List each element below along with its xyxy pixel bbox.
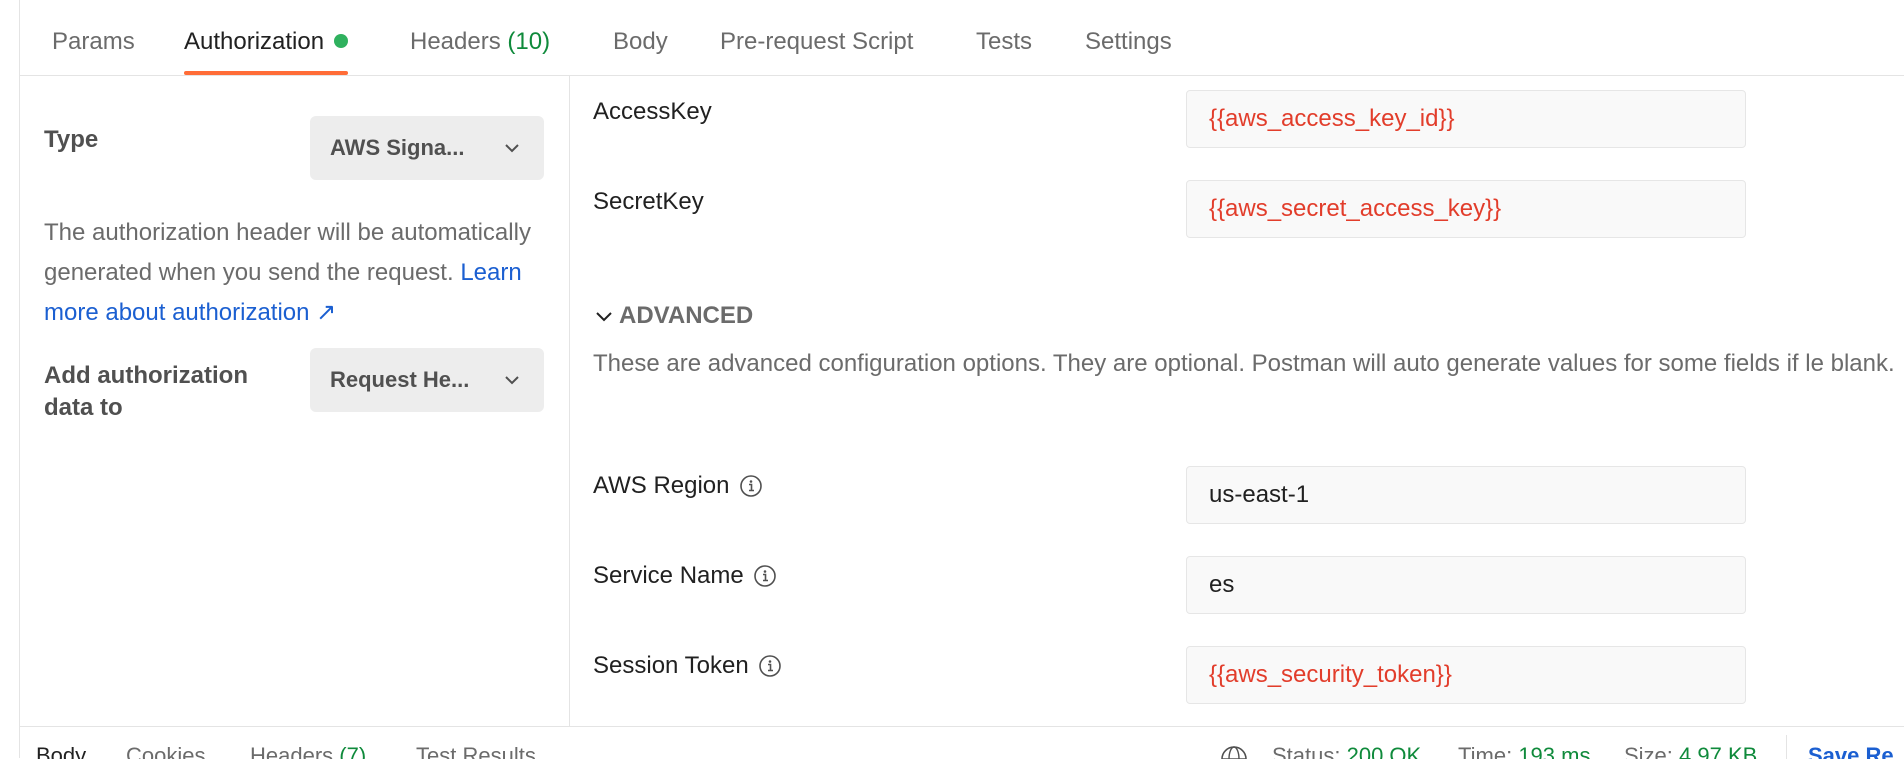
advanced-description: These are advanced configuration options… bbox=[593, 350, 1895, 377]
tab-body[interactable]: Body bbox=[613, 0, 668, 75]
auth-description: The authorization header will be automat… bbox=[44, 219, 531, 326]
tab-headers[interactable]: Headers (10) bbox=[410, 0, 550, 75]
chevron-down-icon bbox=[596, 312, 612, 322]
auth-fields-pane: AccessKey {{aws_access_key_id}} SecretKe… bbox=[570, 76, 1904, 726]
access-key-input[interactable]: {{aws_access_key_id}} bbox=[1186, 90, 1746, 148]
info-icon[interactable] bbox=[753, 564, 777, 588]
aws-region-label: AWS Region bbox=[593, 470, 763, 502]
save-response-button[interactable]: Save Re bbox=[1808, 743, 1894, 759]
tab-authorization[interactable]: Authorization bbox=[184, 0, 349, 75]
secret-key-input[interactable]: {{aws_secret_access_key}} bbox=[1186, 180, 1746, 238]
response-bar: Body Cookies Headers (7) Test Results St… bbox=[20, 726, 1904, 759]
aws-region-input[interactable]: us-east-1 bbox=[1186, 466, 1746, 524]
headers-count: (10) bbox=[507, 28, 551, 55]
response-tab-body[interactable]: Body bbox=[36, 743, 86, 759]
access-key-label: AccessKey bbox=[593, 98, 712, 125]
auth-type-select[interactable]: AWS Signa... bbox=[310, 116, 544, 180]
globe-icon[interactable] bbox=[1220, 745, 1248, 759]
status-readout: Status: 200 OK bbox=[1272, 743, 1422, 759]
tab-params[interactable]: Params bbox=[52, 0, 135, 75]
session-token-input[interactable]: {{aws_security_token}} bbox=[1186, 646, 1746, 704]
session-token-label: Session Token bbox=[593, 650, 782, 682]
add-to-label: Add authorization data to bbox=[44, 362, 248, 421]
service-name-label: Service Name bbox=[593, 560, 777, 592]
info-icon[interactable] bbox=[739, 474, 763, 498]
size-readout: Size: 4.97 KB bbox=[1624, 743, 1758, 759]
add-to-value: Request He... bbox=[330, 367, 470, 392]
secret-key-label: SecretKey bbox=[593, 188, 704, 215]
service-name-input[interactable]: es bbox=[1186, 556, 1746, 614]
auth-type-value: AWS Signa... bbox=[330, 135, 465, 160]
response-tab-headers[interactable]: Headers (7) bbox=[250, 743, 366, 759]
tab-tests[interactable]: Tests bbox=[976, 0, 1032, 75]
response-tab-test-results[interactable]: Test Results bbox=[416, 743, 536, 759]
request-tabs: Params Authorization Headers (10) Body P… bbox=[20, 0, 1904, 76]
auth-type-pane: Type AWS Signa... The authorization head… bbox=[20, 76, 570, 726]
info-icon[interactable] bbox=[758, 654, 782, 678]
divider bbox=[1786, 735, 1787, 759]
add-to-select[interactable]: Request He... bbox=[310, 348, 544, 412]
type-label: Type bbox=[44, 126, 99, 153]
chevron-down-icon bbox=[505, 376, 519, 385]
chevron-down-icon bbox=[505, 144, 519, 153]
left-border bbox=[0, 0, 20, 758]
tab-settings[interactable]: Settings bbox=[1085, 0, 1172, 75]
tab-pre-request-script[interactable]: Pre-request Script bbox=[720, 0, 913, 75]
active-indicator-dot bbox=[334, 33, 349, 48]
advanced-toggle[interactable]: ADVANCED bbox=[593, 302, 753, 330]
time-readout: Time: 193 ms bbox=[1458, 743, 1591, 759]
response-tab-cookies[interactable]: Cookies bbox=[126, 743, 205, 759]
